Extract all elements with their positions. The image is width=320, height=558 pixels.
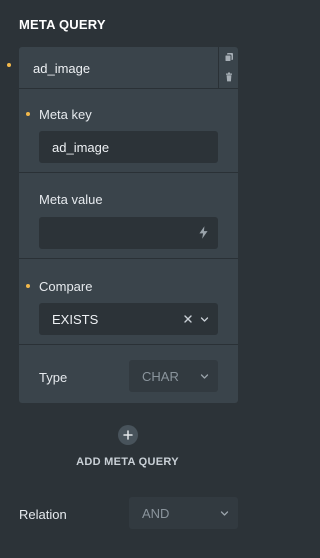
item-actions <box>218 47 238 89</box>
meta-value-label: Meta value <box>39 192 103 207</box>
trash-icon[interactable] <box>224 72 234 82</box>
relation-value: AND <box>142 506 170 521</box>
chevron-down-icon <box>200 317 209 322</box>
compare-field: Compare EXISTS <box>19 259 238 345</box>
type-value: CHAR <box>142 369 179 384</box>
plus-icon <box>123 430 133 440</box>
clear-icon[interactable] <box>184 315 192 323</box>
item-title: ad_image <box>33 61 91 76</box>
lightning-bolt-icon[interactable] <box>199 226 208 239</box>
chevron-down-icon <box>220 511 229 516</box>
meta-query-item: ad_image Meta key ad_image Meta value Co… <box>19 47 238 403</box>
copy-icon[interactable] <box>224 52 234 62</box>
compare-select[interactable]: EXISTS <box>39 303 218 335</box>
relation-select[interactable]: AND <box>129 497 238 529</box>
add-meta-query-button[interactable] <box>118 425 138 445</box>
meta-key-label: Meta key <box>39 107 92 122</box>
item-modified-dot <box>7 63 11 67</box>
type-select[interactable]: CHAR <box>129 360 218 392</box>
meta-key-modified-dot <box>26 112 30 116</box>
compare-value: EXISTS <box>52 312 99 327</box>
type-label: Type <box>39 370 68 385</box>
item-header[interactable]: ad_image <box>19 47 238 89</box>
chevron-down-icon <box>200 374 209 379</box>
compare-label: Compare <box>39 279 93 294</box>
meta-query-panel: META QUERY ad_image Meta key ad_image Me… <box>0 0 255 558</box>
compare-modified-dot <box>26 284 30 288</box>
meta-value-field: Meta value <box>19 173 238 259</box>
section-title: META QUERY <box>19 17 106 32</box>
meta-key-input[interactable]: ad_image <box>39 131 218 163</box>
meta-value-input[interactable] <box>39 217 218 249</box>
type-field: Type CHAR <box>19 345 238 403</box>
meta-key-field: Meta key ad_image <box>19 89 238 173</box>
meta-key-value: ad_image <box>52 140 110 155</box>
relation-label: Relation <box>19 507 67 522</box>
add-meta-query-label[interactable]: ADD META QUERY <box>0 456 255 468</box>
